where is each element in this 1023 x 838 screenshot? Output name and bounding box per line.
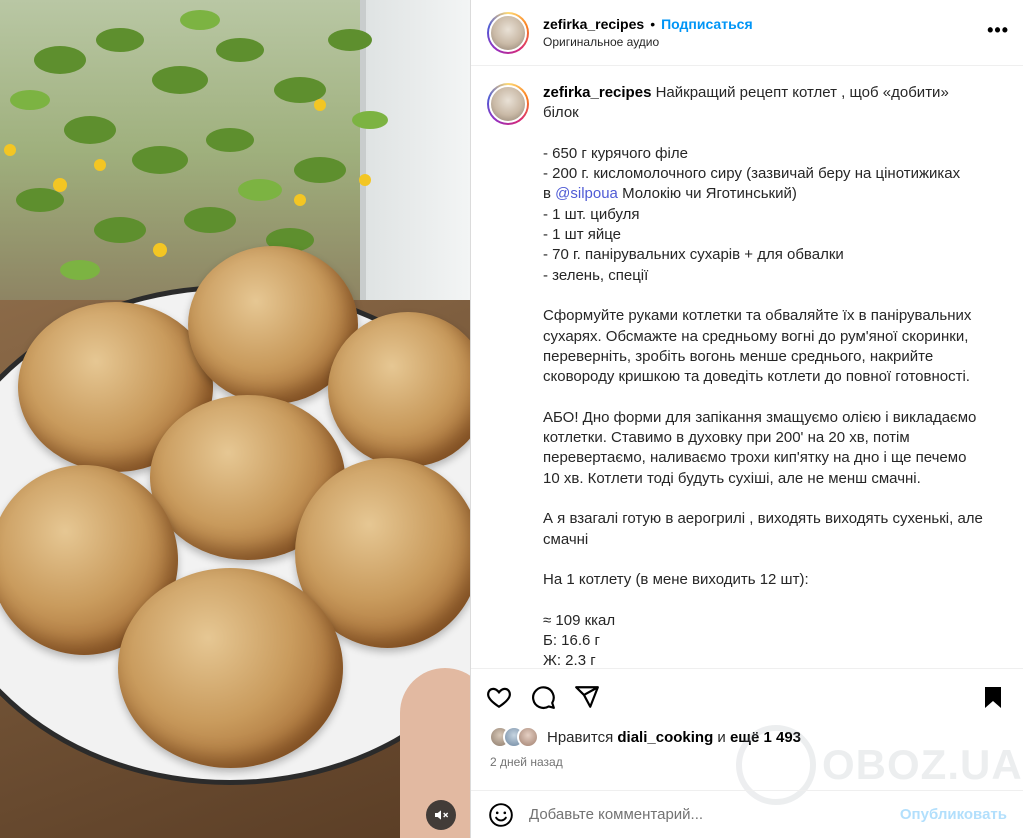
caption-line: Сформуйте руками котлетки та обваляйте ї… bbox=[543, 306, 1003, 326]
caption-line: zefirka_recipes Найкращий рецепт котлет … bbox=[543, 83, 1003, 103]
caption-line: - 1 шт. цибуля bbox=[543, 205, 1003, 225]
comment-button[interactable] bbox=[523, 677, 563, 717]
caption-line: - зелень, спеції bbox=[543, 266, 1003, 286]
likes-conjunction: и bbox=[717, 728, 726, 746]
liker-username[interactable]: diali_cooking bbox=[617, 729, 713, 746]
heart-icon bbox=[487, 687, 511, 708]
caption-text-segment: Найкращий рецепт котлет , щоб «добити» bbox=[655, 84, 949, 101]
username-link[interactable]: zefirka_recipes bbox=[543, 16, 644, 32]
caption-text-segment: смачні bbox=[543, 530, 589, 548]
caption-text-segment: сковороду кришкою та доведіть котлети до… bbox=[543, 368, 970, 386]
share-button[interactable] bbox=[567, 677, 607, 717]
caption-line: - 650 г курячого філе bbox=[543, 144, 1003, 164]
caption-text-segment: перевертаємо, наливаємо трохи кип'ятку н… bbox=[543, 449, 967, 467]
bookmark-icon bbox=[985, 687, 1001, 708]
caption-line: Б: 16.6 г bbox=[543, 631, 1003, 651]
caption-line bbox=[543, 286, 1003, 306]
caption-line: білок bbox=[543, 103, 1003, 123]
caption-text-segment: - 650 г курячого філе bbox=[543, 144, 688, 162]
separator-dot: • bbox=[650, 16, 656, 32]
caption-text-segment: А я взагалі готую в аерогрилі , виходять… bbox=[543, 510, 983, 528]
caption-line: смачні bbox=[543, 530, 1003, 550]
caption-text-segment: котлетки. Ставимо в духовку при 200' на … bbox=[543, 429, 910, 447]
post-date[interactable]: 2 дней назад bbox=[490, 755, 563, 769]
emoji-button[interactable] bbox=[487, 801, 515, 829]
caption-line: сковороду кришкою та доведіть котлети до… bbox=[543, 367, 1003, 387]
caption-line: На 1 котлету (в мене виходить 12 шт): bbox=[543, 570, 1003, 590]
comment-bar: Опубликовать bbox=[471, 790, 1023, 838]
caption-text-segment: - 200 г. кисломолочного сиру (зазвичай б… bbox=[543, 165, 961, 183]
likes-prefix: Нравится bbox=[547, 728, 614, 746]
caption-line bbox=[543, 550, 1003, 570]
caption-text-segment: - 1 шт яйце bbox=[543, 226, 622, 244]
caption-line: переверніть, зробіть вогонь менше среднь… bbox=[543, 347, 1003, 367]
caption-line: - 70 г. панірувальних сухарів + для обва… bbox=[543, 245, 1003, 265]
watermark-text: OBOZ.UA bbox=[822, 741, 1023, 788]
caption-line: перевертаємо, наливаємо трохи кип'ятку н… bbox=[543, 448, 1003, 468]
caption-text-segment: Б: 16.6 г bbox=[543, 632, 601, 650]
plant-image bbox=[4, 10, 388, 280]
avatar[interactable] bbox=[487, 11, 529, 54]
caption-text-segment: - зелень, спеції bbox=[543, 266, 649, 284]
caption-text-segment: білок bbox=[543, 104, 579, 122]
caption-text-segment: - 70 г. панірувальних сухарів + для обва… bbox=[543, 246, 844, 264]
caption-text-segment: Ж: 2.3 г bbox=[543, 652, 596, 667]
caption-line: Ж: 2.3 г bbox=[543, 651, 1003, 667]
caption-text-segment: Сформуйте руками котлетки та обваляйте ї… bbox=[543, 307, 972, 325]
caption-line: котлетки. Ставимо в духовку при 200' на … bbox=[543, 428, 1003, 448]
liker-avatar[interactable] bbox=[517, 726, 539, 748]
caption-text-segment: - 1 шт. цибуля bbox=[543, 205, 640, 223]
save-button[interactable] bbox=[973, 677, 1013, 717]
smiley-icon bbox=[489, 802, 513, 827]
caption-username-link[interactable]: zefirka_recipes bbox=[543, 84, 651, 101]
caption-line bbox=[543, 387, 1003, 407]
post-header: zefirka_recipes • Подписаться Оригинальн… bbox=[471, 0, 1023, 66]
caption-line: ≈ 109 ккал bbox=[543, 611, 1003, 631]
caption-line: 10 хв. Котлети тоді будуть сухіші, але н… bbox=[543, 469, 1003, 489]
post-panel: zefirka_recipes • Подписаться Оригинальн… bbox=[470, 0, 1023, 838]
caption-line bbox=[543, 489, 1003, 509]
caption-line bbox=[543, 124, 1003, 144]
follow-button[interactable]: Подписаться bbox=[661, 16, 753, 32]
publish-button[interactable]: Опубликовать bbox=[900, 806, 1007, 823]
caption-line: в @silpoua Молокію чи Яготинський) bbox=[543, 184, 1003, 204]
speaker-muted-icon bbox=[435, 810, 449, 820]
mute-button[interactable] bbox=[426, 800, 456, 830]
caption-text-segment: Молокію чи Яготинський) bbox=[617, 185, 797, 203]
caption-line: - 1 шт яйце bbox=[543, 225, 1003, 245]
comment-input[interactable] bbox=[529, 806, 900, 823]
caption-text: zefirka_recipes Найкращий рецепт котлет … bbox=[543, 83, 1003, 667]
caption-text-segment: сухарях. Обсмажте на средньому вогні до … bbox=[543, 327, 969, 345]
action-bar bbox=[471, 668, 1023, 724]
caption-text-segment: На 1 котлету (в мене виходить 12 шт): bbox=[543, 571, 809, 589]
caption-text-segment: переверніть, зробіть вогонь менше среднь… bbox=[543, 347, 934, 365]
original-audio-link[interactable]: Оригинальное аудио bbox=[543, 35, 753, 49]
mention-link[interactable]: @silpoua bbox=[555, 185, 618, 202]
comment-icon bbox=[532, 685, 555, 709]
more-options-icon[interactable]: ••• bbox=[987, 20, 1009, 41]
caption-avatar[interactable] bbox=[487, 83, 529, 125]
caption-text-segment: 10 хв. Котлети тоді будуть сухіші, але н… bbox=[543, 469, 921, 487]
like-button[interactable] bbox=[479, 677, 519, 717]
send-icon bbox=[575, 685, 599, 708]
post-media[interactable] bbox=[0, 0, 470, 838]
caption-line: А я взагалі готую в аерогрилі , виходять… bbox=[543, 509, 1003, 529]
caption-line: - 200 г. кисломолочного сиру (зазвичай б… bbox=[543, 164, 1003, 184]
caption-text-segment: ≈ 109 ккал bbox=[543, 611, 616, 629]
caption-line: сухарях. Обсмажте на средньому вогні до … bbox=[543, 327, 1003, 347]
caption-line: АБО! Дно форми для запікання змащуємо ол… bbox=[543, 408, 1003, 428]
caption-line bbox=[543, 590, 1003, 610]
caption-text-segment: АБО! Дно форми для запікання змащуємо ол… bbox=[543, 408, 977, 426]
cutlet bbox=[118, 568, 343, 768]
caption-text-segment: в bbox=[543, 185, 556, 203]
caption-area: zefirka_recipes Найкращий рецепт котлет … bbox=[471, 67, 1023, 667]
